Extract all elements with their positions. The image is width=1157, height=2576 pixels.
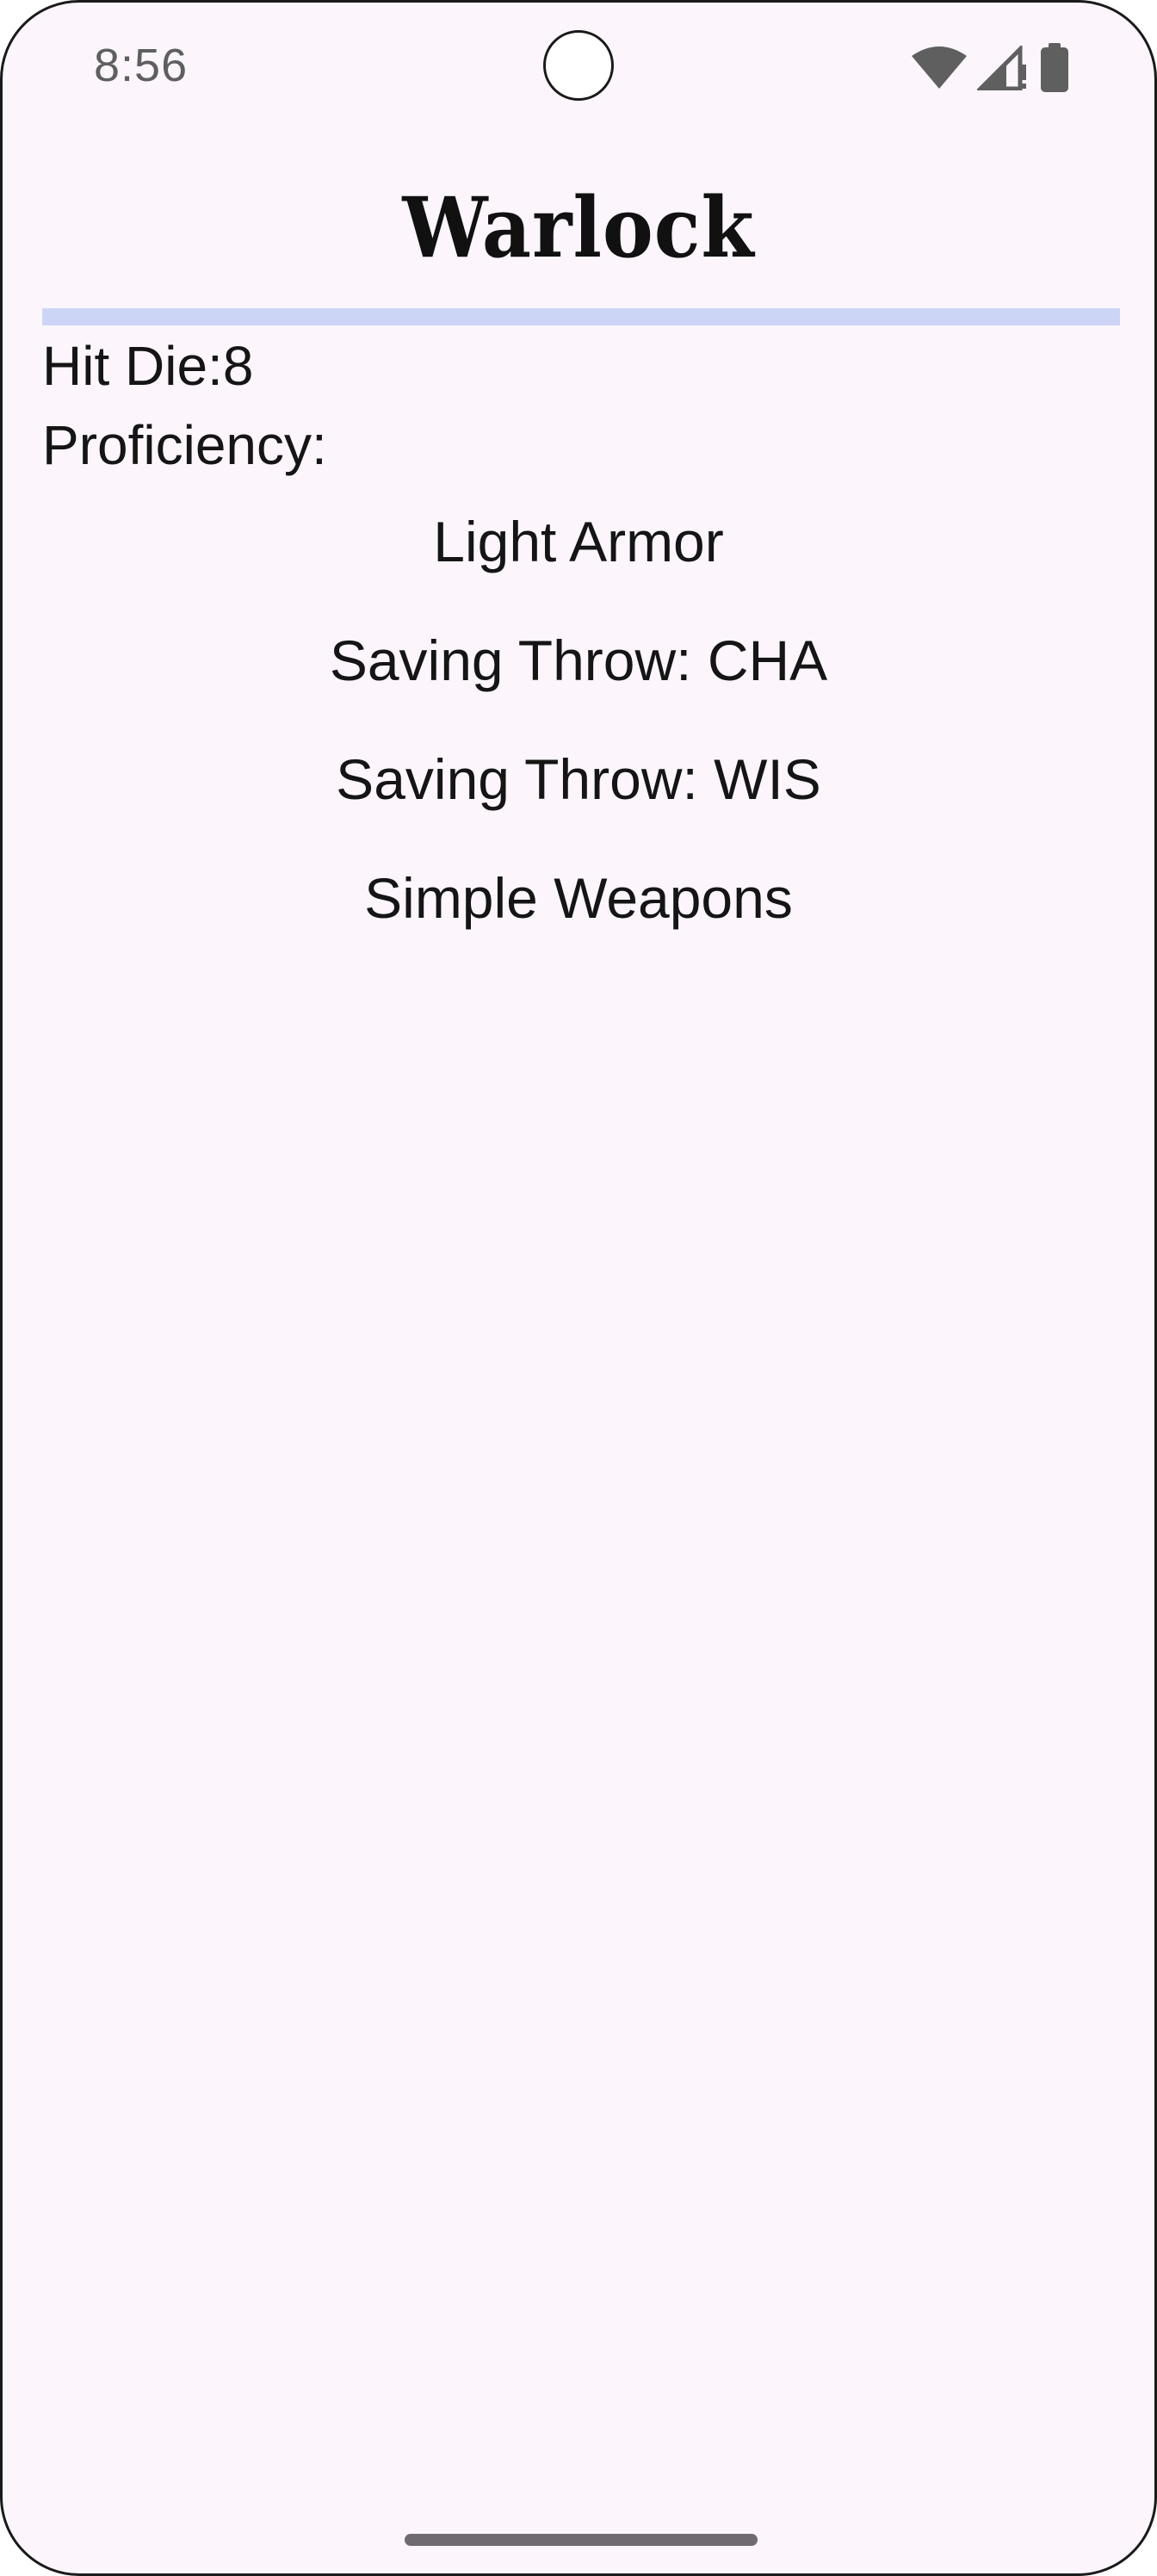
- hit-die-label: Hit Die:: [42, 335, 223, 397]
- title-divider: [42, 308, 1120, 325]
- camera-cutout: [543, 30, 614, 101]
- hit-die-row: Hit Die:8: [42, 334, 253, 398]
- hit-die-value: 8: [222, 335, 254, 397]
- battery-icon: [1041, 43, 1068, 92]
- status-time: 8:56: [94, 40, 189, 91]
- class-title: Warlock: [402, 179, 755, 276]
- status-icons: [910, 42, 1072, 94]
- status-bar: 8:56: [3, 3, 1154, 132]
- proficiency-list: Light Armor Saving Throw: CHA Saving Thr…: [3, 509, 1154, 984]
- proficiency-item: Simple Weapons: [364, 866, 793, 930]
- proficiency-item: Saving Throw: WIS: [336, 747, 821, 811]
- proficiency-item: Saving Throw: CHA: [329, 629, 828, 692]
- proficiency-item: Light Armor: [433, 510, 724, 573]
- home-indicator[interactable]: [405, 2534, 758, 2546]
- signal-icon: [977, 46, 1026, 90]
- proficiency-label: Proficiency:: [42, 414, 327, 476]
- wifi-icon: [912, 46, 967, 89]
- device-frame: 8:56 Warlock Hit Die:8 Proficiency: Ligh…: [0, 0, 1157, 2576]
